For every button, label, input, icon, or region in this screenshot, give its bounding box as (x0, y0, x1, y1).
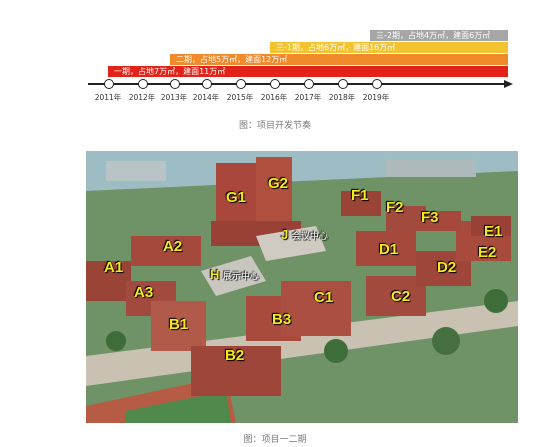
phase-bar-3-1: 三-1期，占地6万㎡，建面16万㎡ (270, 42, 508, 53)
building-label-a3: A3 (134, 284, 154, 301)
year-tick (270, 79, 280, 89)
year-tick (372, 79, 382, 89)
building-label-d2: D2 (437, 259, 457, 276)
building-label-f2: F2 (386, 199, 404, 216)
year-tick (202, 79, 212, 89)
year-tick (338, 79, 348, 89)
phase-bar-1: 一期，占地7万㎡，建面11万㎡ (108, 66, 508, 77)
building-label-e1: E1 (484, 223, 503, 240)
year-tick (236, 79, 246, 89)
year-tick (138, 79, 148, 89)
building-label-c2: C2 (391, 288, 411, 305)
building-label-g1: G1 (226, 189, 247, 206)
timeline-arrow-icon (504, 80, 513, 88)
timeline-axis (88, 83, 508, 85)
building-label-b1: B1 (169, 316, 189, 333)
year-tick (104, 79, 114, 89)
building-label-a1: A1 (104, 259, 124, 276)
building-label-h: H 展示中心 (210, 267, 260, 282)
year-label: 2019年 (362, 93, 390, 102)
year-tick (304, 79, 314, 89)
building-label-d1: D1 (379, 241, 399, 258)
building-label-e2: E2 (478, 244, 497, 261)
building-label-c1: C1 (314, 289, 334, 306)
timeline-caption: 图：项目开发节奏 (238, 121, 311, 131)
render-caption: 图：项目一二期 (243, 435, 307, 445)
building-label-f3: F3 (421, 209, 439, 226)
building-label-g2: G2 (268, 175, 289, 192)
building-label-j: J 会议中心 (281, 227, 328, 242)
building-label-a2: A2 (163, 238, 183, 255)
building-label-b3: B3 (272, 311, 292, 328)
phase-bar-2: 二期，占地5万㎡，建面12万㎡ (170, 54, 508, 65)
phase-bar-3-2: 三-2期，占地4万㎡，建面6万㎡ (370, 30, 508, 41)
building-label-b2: B2 (225, 347, 245, 364)
building-label-f1: F1 (351, 187, 369, 204)
campus-aerial-render: G1 G2 F1 F2 F3 E1 E2 A2 A1 A3 J 会议中心 D1 … (86, 151, 518, 423)
year-tick (170, 79, 180, 89)
development-timeline: 三-2期，占地4万㎡，建面6万㎡ 三-1期，占地6万㎡，建面16万㎡ 二期，占地… (0, 0, 550, 110)
